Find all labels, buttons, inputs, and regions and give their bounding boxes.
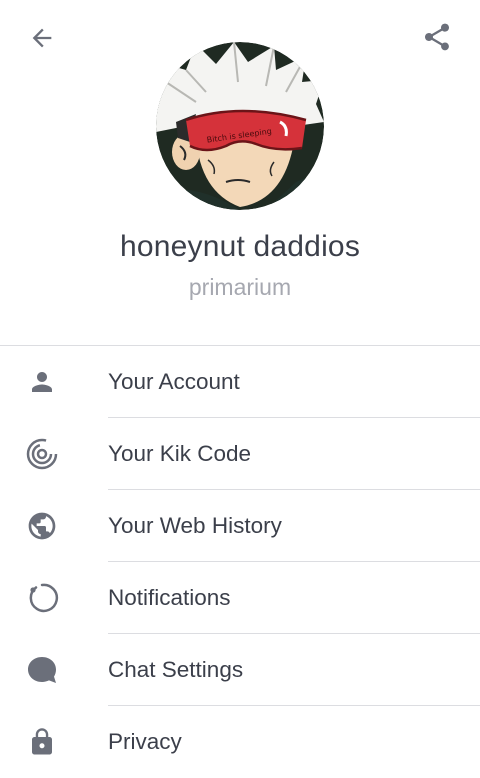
menu-item-notifications[interactable]: Notifications [0, 562, 480, 634]
menu-item-your-account[interactable]: Your Account [0, 346, 480, 418]
back-button[interactable] [22, 18, 62, 58]
lock-icon [22, 724, 62, 760]
avatar[interactable]: Bitch is sleeping [156, 42, 324, 210]
person-icon [22, 364, 62, 400]
share-icon [425, 23, 449, 51]
menu-item-your-web-history[interactable]: Your Web History [0, 490, 480, 562]
menu-item-label: Your Account [108, 369, 240, 394]
chat-bubble-icon [22, 652, 62, 688]
kik-code-icon [22, 436, 62, 472]
notification-ring-icon [22, 580, 62, 616]
menu-item-label: Privacy [108, 729, 182, 754]
menu-item-label: Your Web History [108, 513, 282, 538]
menu-item-privacy[interactable]: Privacy [0, 706, 480, 778]
avatar-image: Bitch is sleeping [156, 42, 324, 210]
menu-item-label: Your Kik Code [108, 441, 252, 466]
menu-item-label: Chat Settings [108, 657, 244, 682]
menu-item-your-kik-code[interactable]: Your Kik Code [0, 418, 480, 490]
globe-icon [22, 508, 62, 544]
arrow-left-icon [32, 28, 52, 48]
menu-item-label: Notifications [108, 585, 231, 610]
display-name: honeynut daddios [119, 230, 361, 263]
share-button[interactable] [417, 17, 457, 57]
username: primarium [188, 274, 292, 300]
settings-menu: Your Account Your Kik Code Your Web Hist… [0, 346, 480, 778]
menu-item-chat-settings[interactable]: Chat Settings [0, 634, 480, 706]
